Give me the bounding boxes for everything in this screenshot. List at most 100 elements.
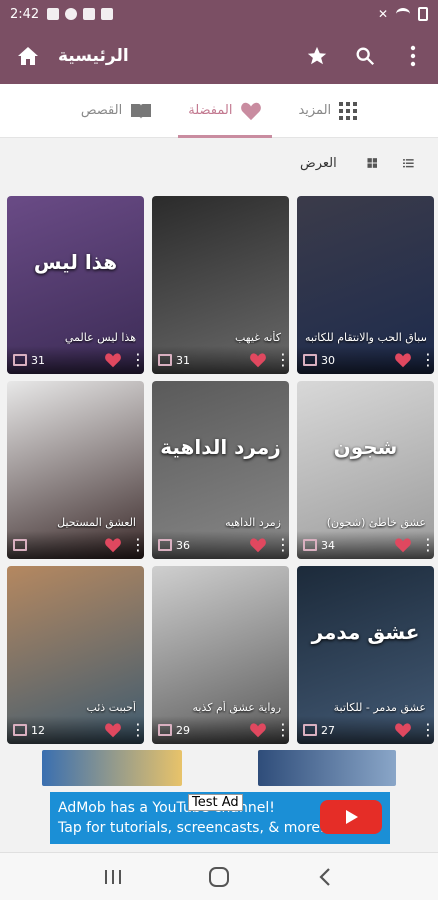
story-card[interactable]: رواية عشق أم كذبه 29 ⋮ [152,566,289,744]
system-nav-bar [0,852,438,900]
status-bar: 2:42 ✕ [0,0,438,28]
shopping-icon [47,8,60,20]
back-icon[interactable] [310,862,340,892]
status-notification-icons [47,8,114,20]
more-vert-icon[interactable]: ⋮ [420,722,434,738]
card-title: زمرد الداهيه [225,516,281,529]
card-footer: 27 ⋮ [297,716,434,744]
tab-bar: القصص المفضلة المزيد [0,84,438,138]
heart-icon[interactable] [249,537,267,553]
card-title: سباق الحب والانتقام للكاتبه sally jabbar [305,331,426,344]
story-card[interactable]: العشق المستحيل ⋮ [7,381,144,559]
card-count: 27 [321,723,335,737]
card-title: كأنه غيهب [235,331,281,344]
book-icon [13,539,27,551]
more-vert-icon[interactable]: ⋮ [275,537,289,553]
youtube-icon [101,8,114,20]
status-time: 2:42 [10,6,40,22]
story-card[interactable]: شجون عشق خاطئ (شجون) 34 ⋮ [297,381,434,559]
card-footer: 34 ⋮ [297,531,434,559]
app-bar-actions [304,43,426,69]
heart-icon[interactable] [249,722,267,738]
book-icon [131,103,152,119]
star-icon[interactable] [304,43,330,69]
facebook-icon [65,8,78,20]
tab-label-favorites: المفضلة [188,103,233,118]
card-footer: 36 ⋮ [152,531,289,559]
tab-label-stories: القصص [80,103,123,118]
tab-more[interactable]: المزيد [280,84,375,138]
story-card[interactable]: عشق مدمر عشق مدمر - للكاتبة 27 ⋮ [297,566,434,744]
grid-view-icon[interactable] [367,152,378,174]
heart-icon[interactable] [104,722,122,738]
card-count: 29 [176,723,190,737]
more-vert-icon[interactable]: ⋮ [420,537,434,553]
card-title: رواية عشق أم كذبه [192,701,281,714]
story-card[interactable]: كأنه غيهب 31 ⋮ [152,196,289,374]
status-system-icons: ✕ [378,7,428,21]
recents-icon[interactable] [98,862,128,892]
heart-icon[interactable] [394,537,412,553]
heart-icon[interactable] [104,537,122,553]
more-vert-icon[interactable]: ⋮ [130,537,144,553]
card-peek-left[interactable] [42,750,182,786]
mute-icon: ✕ [377,7,388,21]
card-count: 31 [176,353,190,367]
tab-stories[interactable]: القصص [63,84,170,138]
test-ad-label: Test Ad [188,794,243,811]
heart-icon [241,102,262,120]
card-peek-right[interactable] [258,750,396,786]
card-title: عشق مدمر - للكاتبة [333,701,426,714]
view-label: العرض [300,155,337,171]
card-footer: 31 ⋮ [7,346,144,374]
heart-icon[interactable] [394,352,412,368]
view-toggle-row: العرض [0,138,438,188]
heart-icon[interactable] [104,352,122,368]
book-icon [303,539,317,551]
card-cover-text: عشق مدمر [311,620,420,644]
youtube-play-icon [320,800,382,834]
card-count: 34 [321,538,335,552]
card-title: عشق خاطئ (شجون) [326,516,426,529]
card-title: أحببت ذئب [86,701,136,714]
card-count: 31 [31,353,45,367]
heart-icon[interactable] [249,352,267,368]
list-view-icon[interactable] [403,152,414,174]
book-icon [13,724,27,736]
story-grid: سباق الحب والانتقام للكاتبه sally jabbar… [6,196,434,744]
book-icon [158,354,172,366]
more-vert-icon[interactable]: ⋮ [130,352,144,368]
card-cover-text: زمرد الداهية [160,435,281,459]
card-footer: 12 ⋮ [7,716,144,744]
story-card[interactable]: أحببت ذئب 12 ⋮ [7,566,144,744]
card-footer: 30 ⋮ [297,346,434,374]
story-card[interactable]: زمرد الداهية زمرد الداهيه 36 ⋮ [152,381,289,559]
card-cover-text: هذا ليس [33,250,118,274]
more-vert-icon[interactable] [400,43,426,69]
story-card[interactable]: هذا ليس هذا ليس عالمي 31 ⋮ [7,196,144,374]
book-icon [158,539,172,551]
search-icon[interactable] [352,43,378,69]
tab-label-more: المزيد [298,103,332,118]
more-vert-icon[interactable]: ⋮ [420,352,434,368]
card-footer: 31 ⋮ [152,346,289,374]
battery-icon [418,7,428,21]
card-title: هذا ليس عالمي [64,331,136,344]
card-count: 36 [176,538,190,552]
more-vert-icon[interactable]: ⋮ [275,722,289,738]
home-icon[interactable] [12,40,44,72]
more-vert-icon[interactable]: ⋮ [275,352,289,368]
heart-icon[interactable] [394,722,412,738]
book-icon [13,354,27,366]
more-vert-icon[interactable]: ⋮ [130,722,144,738]
story-card[interactable]: سباق الحب والانتقام للكاتبه sally jabbar… [297,196,434,374]
book-icon [303,354,317,366]
app-title: الرئيسية [58,46,129,66]
tab-favorites[interactable]: المفضلة [170,84,280,138]
wifi-icon [396,8,410,20]
card-cover-text: شجون [333,435,398,459]
image-icon [83,8,96,20]
book-icon [158,724,172,736]
home-nav-icon[interactable] [204,862,234,892]
book-icon [303,724,317,736]
